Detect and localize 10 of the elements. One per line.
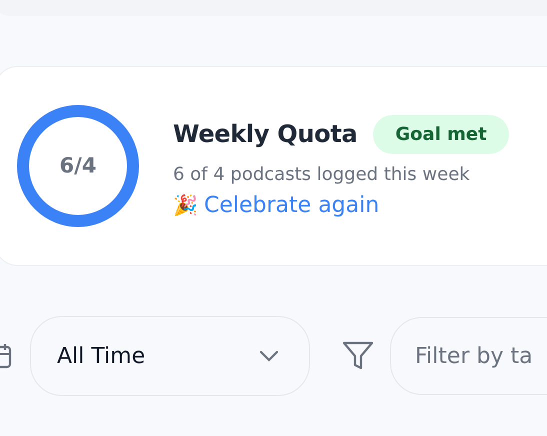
chevron-down-icon [259, 350, 279, 362]
status-badge: Goal met [373, 114, 509, 154]
filter-icon [342, 341, 374, 371]
party-popper-icon: 🎉 [173, 193, 198, 217]
celebrate-link[interactable]: Celebrate again [204, 192, 380, 218]
period-select[interactable]: All Time [30, 316, 310, 396]
card-title: Weekly Quota [173, 120, 358, 148]
tag-filter-field[interactable]: Filter by ta [390, 317, 547, 395]
ring-label: 6/4 [60, 156, 96, 176]
quota-summary: 6 of 4 podcasts logged this week [173, 164, 471, 184]
